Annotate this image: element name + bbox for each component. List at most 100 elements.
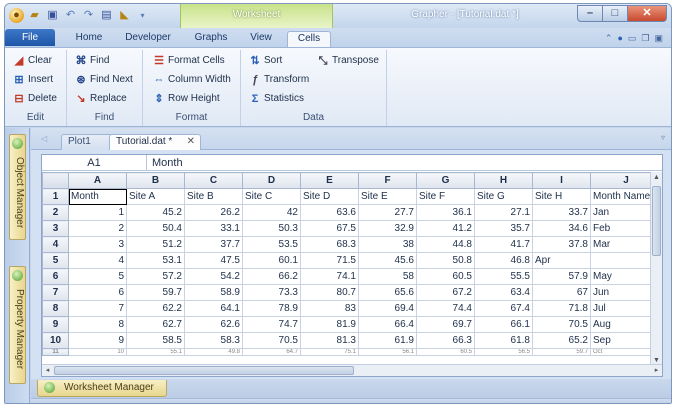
- close-button[interactable]: ✕: [627, 5, 667, 22]
- table-cell[interactable]: 74.7: [242, 316, 301, 333]
- object-manager-tab[interactable]: Object Manager: [9, 134, 26, 240]
- table-cell[interactable]: 58.5: [126, 332, 185, 349]
- column-header[interactable]: E: [300, 172, 359, 189]
- clear-button[interactable]: ◢ Clear: [13, 54, 57, 68]
- column-header[interactable]: F: [358, 172, 417, 189]
- table-cell[interactable]: 59.7: [532, 348, 591, 356]
- cell-contents-field[interactable]: Month: [152, 155, 183, 171]
- table-cell[interactable]: 57.2: [126, 268, 185, 285]
- scroll-left-icon[interactable]: ◂: [42, 365, 53, 376]
- cell-reference-field[interactable]: A1: [42, 155, 147, 171]
- table-cell[interactable]: 9: [68, 332, 127, 349]
- column-header[interactable]: C: [184, 172, 243, 189]
- redo-icon[interactable]: ↷: [81, 8, 96, 23]
- table-cell[interactable]: 69.4: [358, 300, 417, 317]
- app-icon[interactable]: ●: [9, 8, 24, 23]
- restore-icon[interactable]: ▭: [628, 33, 637, 44]
- table-cell[interactable]: 71.5: [300, 252, 359, 269]
- table-cell[interactable]: 27.1: [474, 204, 533, 221]
- undo-icon[interactable]: ↶: [63, 8, 78, 23]
- table-cell[interactable]: 64.1: [184, 300, 243, 317]
- table-cell[interactable]: 5: [68, 268, 127, 285]
- table-cell[interactable]: 68.3: [300, 236, 359, 253]
- worksheet-manager-tab[interactable]: Worksheet Manager: [37, 380, 167, 397]
- table-cell[interactable]: 32.9: [358, 220, 417, 237]
- table-cell[interactable]: 36.1: [416, 204, 475, 221]
- insert-button[interactable]: ⊞ Insert: [13, 73, 57, 87]
- table-cell[interactable]: Site D: [300, 188, 359, 205]
- table-cell[interactable]: 66.3: [416, 332, 475, 349]
- row-header[interactable]: 9: [42, 316, 69, 333]
- format-cells-button[interactable]: ☰ Format Cells: [153, 54, 231, 68]
- table-cell[interactable]: 26.2: [184, 204, 243, 221]
- help-icon[interactable]: ●: [617, 33, 622, 44]
- table-cell[interactable]: 10: [68, 348, 127, 356]
- table-cell[interactable]: 38: [358, 236, 417, 253]
- file-tab[interactable]: File: [5, 29, 55, 46]
- find-next-button[interactable]: ⊛ Find Next: [75, 73, 132, 87]
- table-cell[interactable]: 58.9: [184, 284, 243, 301]
- table-cell[interactable]: 33.1: [184, 220, 243, 237]
- table-cell[interactable]: 55.1: [126, 348, 185, 356]
- table-cell[interactable]: 74.4: [416, 300, 475, 317]
- table-cell[interactable]: 83: [300, 300, 359, 317]
- row-header[interactable]: 1: [42, 188, 69, 205]
- table-cell[interactable]: Site A: [126, 188, 185, 205]
- maximize-button[interactable]: □: [602, 5, 627, 22]
- table-cell[interactable]: 37.7: [184, 236, 243, 253]
- table-cell[interactable]: 6: [68, 284, 127, 301]
- table-cell[interactable]: 62.2: [126, 300, 185, 317]
- column-header[interactable]: G: [416, 172, 475, 189]
- select-icon[interactable]: ◣: [117, 8, 132, 23]
- row-header[interactable]: 6: [42, 268, 69, 285]
- table-cell[interactable]: Site C: [242, 188, 301, 205]
- table-cell[interactable]: 35.7: [474, 220, 533, 237]
- table-cell[interactable]: 81.9: [300, 316, 359, 333]
- tab-tutorial-dat[interactable]: Tutorial.dat * ✕: [109, 134, 201, 150]
- table-cell[interactable]: 63.4: [474, 284, 533, 301]
- row-header[interactable]: 8: [42, 300, 69, 317]
- table-cell[interactable]: 60.5: [416, 268, 475, 285]
- table-cell[interactable]: 50.4: [126, 220, 185, 237]
- table-cell[interactable]: 71.8: [532, 300, 591, 317]
- tab-view[interactable]: View: [243, 31, 279, 47]
- column-header[interactable]: B: [126, 172, 185, 189]
- table-cell[interactable]: 69.7: [416, 316, 475, 333]
- table-cell[interactable]: 34.6: [532, 220, 591, 237]
- table-cell[interactable]: 78.9: [242, 300, 301, 317]
- table-cell[interactable]: 58: [358, 268, 417, 285]
- table-cell[interactable]: 67: [532, 284, 591, 301]
- row-header[interactable]: 2: [42, 204, 69, 221]
- row-header[interactable]: 4: [42, 236, 69, 253]
- table-cell[interactable]: Site H: [532, 188, 591, 205]
- close-tab-icon[interactable]: ✕: [187, 135, 195, 149]
- find-button[interactable]: ⌘ Find: [75, 54, 133, 68]
- save-icon[interactable]: ▣: [45, 8, 60, 23]
- tab-home[interactable]: Home: [67, 31, 111, 47]
- table-cell[interactable]: 66.1: [474, 316, 533, 333]
- tab-scroll-icon[interactable]: ◁: [41, 134, 47, 143]
- table-cell[interactable]: 62.7: [126, 316, 185, 333]
- table-cell[interactable]: 58.3: [184, 332, 243, 349]
- doc-restore-icon[interactable]: ❐: [641, 33, 649, 44]
- vertical-scroll-thumb[interactable]: [652, 186, 661, 256]
- table-cell[interactable]: 42: [242, 204, 301, 221]
- table-cell[interactable]: 81.3: [300, 332, 359, 349]
- table-cell[interactable]: Apr: [532, 252, 591, 269]
- table-cell[interactable]: 74.1: [300, 268, 359, 285]
- column-header[interactable]: D: [242, 172, 301, 189]
- table-cell[interactable]: 61.9: [358, 332, 417, 349]
- minimize-ribbon-icon[interactable]: ⌃: [605, 33, 613, 44]
- table-cell[interactable]: 44.8: [416, 236, 475, 253]
- column-header[interactable]: H: [474, 172, 533, 189]
- table-cell[interactable]: 64.7: [242, 348, 301, 356]
- replace-button[interactable]: ↘ Replace: [75, 92, 133, 106]
- table-cell[interactable]: 41.2: [416, 220, 475, 237]
- table-cell[interactable]: 60.5: [416, 348, 475, 356]
- table-cell[interactable]: 70.5: [242, 332, 301, 349]
- transpose-button[interactable]: ⤡ Transpose: [317, 54, 379, 68]
- statistics-button[interactable]: Σ Statistics: [249, 92, 309, 106]
- table-cell[interactable]: 53.5: [242, 236, 301, 253]
- table-cell[interactable]: 27.7: [358, 204, 417, 221]
- table-cell[interactable]: 3: [68, 236, 127, 253]
